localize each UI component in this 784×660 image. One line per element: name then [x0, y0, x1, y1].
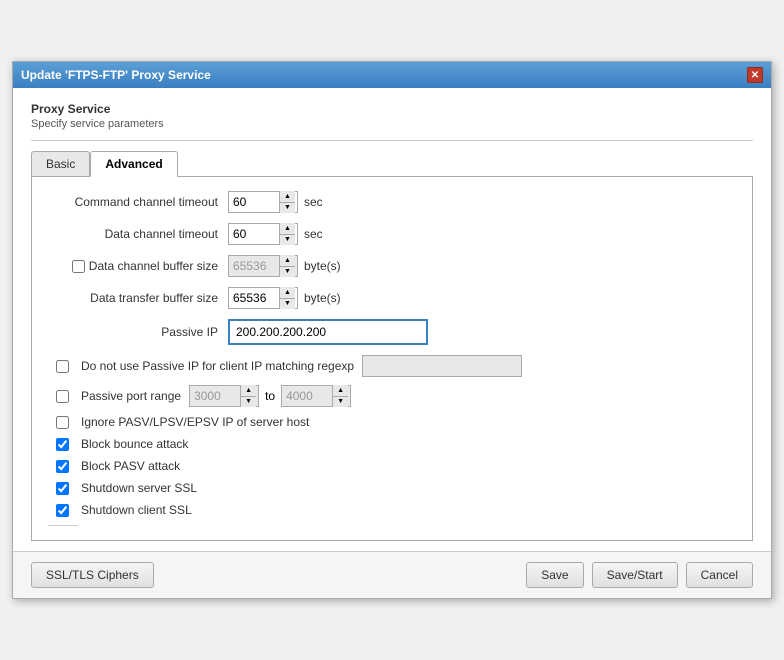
block-pasv-checkbox[interactable]	[56, 460, 69, 473]
data-channel-buffer-unit: byte(s)	[304, 259, 341, 273]
command-channel-timeout-unit: sec	[304, 195, 323, 209]
data-channel-timeout-row: Data channel timeout ▲ ▼ sec	[48, 223, 736, 245]
passive-port-to-spinner[interactable]: ▲ ▼	[281, 385, 351, 407]
command-channel-timeout-spinner-buttons: ▲ ▼	[279, 191, 295, 213]
tab-content-advanced: Command channel timeout ▲ ▼ sec Data cha…	[31, 176, 753, 541]
dialog-body: Proxy Service Specify service parameters…	[13, 88, 771, 551]
save-start-button[interactable]: Save/Start	[592, 562, 678, 588]
tab-advanced[interactable]: Advanced	[90, 151, 177, 177]
data-channel-timeout-input[interactable]	[229, 224, 279, 244]
data-transfer-buffer-spinner[interactable]: ▲ ▼	[228, 287, 298, 309]
command-channel-timeout-label: Command channel timeout	[48, 195, 228, 209]
passive-ip-label: Passive IP	[48, 325, 228, 339]
passive-ip-input[interactable]	[228, 319, 428, 345]
tab-basic[interactable]: Basic	[31, 151, 90, 177]
data-channel-buffer-label: Data channel buffer size	[89, 259, 218, 273]
data-channel-timeout-spinner[interactable]: ▲ ▼	[228, 223, 298, 245]
dialog-title: Update 'FTPS-FTP' Proxy Service	[21, 68, 211, 82]
data-channel-timeout-label: Data channel timeout	[48, 227, 228, 241]
command-channel-timeout-up[interactable]: ▲	[280, 191, 295, 203]
shutdown-server-ssl-checkbox[interactable]	[56, 482, 69, 495]
cancel-button[interactable]: Cancel	[686, 562, 753, 588]
dialog: Update 'FTPS-FTP' Proxy Service ✕ Proxy …	[12, 61, 772, 599]
data-transfer-buffer-down[interactable]: ▼	[280, 299, 295, 310]
close-button[interactable]: ✕	[747, 67, 763, 83]
command-channel-timeout-down[interactable]: ▼	[280, 203, 295, 214]
block-bounce-row: Block bounce attack	[56, 437, 736, 451]
data-channel-timeout-unit: sec	[304, 227, 323, 241]
data-channel-buffer-up[interactable]: ▲	[280, 255, 295, 267]
data-transfer-buffer-label: Data transfer buffer size	[48, 291, 228, 305]
passive-port-range-label: Passive port range	[81, 389, 181, 403]
shutdown-client-ssl-row: Shutdown client SSL	[56, 503, 736, 517]
data-channel-buffer-input[interactable]	[229, 256, 279, 276]
bottom-separator	[48, 525, 78, 526]
ignore-pasv-row: Ignore PASV/LPSV/EPSV IP of server host	[56, 415, 736, 429]
passive-port-range-row: Passive port range ▲ ▼ to ▲ ▼	[56, 385, 736, 407]
data-channel-timeout-down[interactable]: ▼	[280, 235, 295, 246]
data-channel-buffer-spinner[interactable]: ▲ ▼	[228, 255, 298, 277]
shutdown-server-ssl-row: Shutdown server SSL	[56, 481, 736, 495]
data-channel-timeout-up[interactable]: ▲	[280, 223, 295, 235]
title-bar: Update 'FTPS-FTP' Proxy Service ✕	[13, 62, 771, 88]
shutdown-client-ssl-checkbox[interactable]	[56, 504, 69, 517]
ignore-pasv-checkbox[interactable]	[56, 416, 69, 429]
ignore-pasv-label: Ignore PASV/LPSV/EPSV IP of server host	[81, 415, 309, 429]
shutdown-client-ssl-label: Shutdown client SSL	[81, 503, 192, 517]
data-transfer-buffer-row: Data transfer buffer size ▲ ▼ byte(s)	[48, 287, 736, 309]
passive-port-to-up[interactable]: ▲	[333, 385, 348, 397]
data-transfer-buffer-input[interactable]	[229, 288, 279, 308]
passive-port-from-input[interactable]	[190, 386, 240, 406]
data-transfer-buffer-up[interactable]: ▲	[280, 287, 295, 299]
section-subtitle: Specify service parameters	[31, 118, 753, 130]
passive-port-from-spinner-buttons: ▲ ▼	[240, 385, 256, 407]
tabs: Basic Advanced	[31, 151, 753, 177]
ssl-tls-ciphers-button[interactable]: SSL/TLS Ciphers	[31, 562, 154, 588]
data-transfer-buffer-spinner-buttons: ▲ ▼	[279, 287, 295, 309]
passive-port-from-down[interactable]: ▼	[241, 397, 256, 408]
do-not-use-passive-label: Do not use Passive IP for client IP matc…	[81, 359, 354, 373]
data-channel-buffer-row: Data channel buffer size ▲ ▼ byte(s)	[48, 255, 736, 277]
data-channel-buffer-spinner-buttons: ▲ ▼	[279, 255, 295, 277]
shutdown-server-ssl-label: Shutdown server SSL	[81, 481, 197, 495]
command-channel-timeout-row: Command channel timeout ▲ ▼ sec	[48, 191, 736, 213]
bottom-bar: SSL/TLS Ciphers Save Save/Start Cancel	[13, 551, 771, 598]
passive-port-to-input[interactable]	[282, 386, 332, 406]
do-not-use-passive-checkbox[interactable]	[56, 360, 69, 373]
data-channel-buffer-down[interactable]: ▼	[280, 267, 295, 278]
passive-port-range-checkbox[interactable]	[56, 390, 69, 403]
save-button[interactable]: Save	[526, 562, 583, 588]
data-channel-buffer-checkbox[interactable]	[72, 260, 85, 273]
data-transfer-buffer-unit: byte(s)	[304, 291, 341, 305]
do-not-use-passive-row: Do not use Passive IP for client IP matc…	[56, 355, 736, 377]
bottom-right-buttons: Save Save/Start Cancel	[526, 562, 753, 588]
to-label: to	[265, 389, 275, 403]
command-channel-timeout-spinner[interactable]: ▲ ▼	[228, 191, 298, 213]
passive-port-from-up[interactable]: ▲	[241, 385, 256, 397]
passive-port-from-spinner[interactable]: ▲ ▼	[189, 385, 259, 407]
passive-regexp-input[interactable]	[362, 355, 522, 377]
block-bounce-checkbox[interactable]	[56, 438, 69, 451]
block-bounce-label: Block bounce attack	[81, 437, 188, 451]
data-channel-timeout-spinner-buttons: ▲ ▼	[279, 223, 295, 245]
block-pasv-row: Block PASV attack	[56, 459, 736, 473]
section-title: Proxy Service	[31, 102, 753, 116]
divider	[31, 140, 753, 141]
command-channel-timeout-input[interactable]	[229, 192, 279, 212]
passive-port-to-spinner-buttons: ▲ ▼	[332, 385, 348, 407]
passive-port-to-down[interactable]: ▼	[333, 397, 348, 408]
block-pasv-label: Block PASV attack	[81, 459, 180, 473]
passive-ip-row: Passive IP	[48, 319, 736, 345]
